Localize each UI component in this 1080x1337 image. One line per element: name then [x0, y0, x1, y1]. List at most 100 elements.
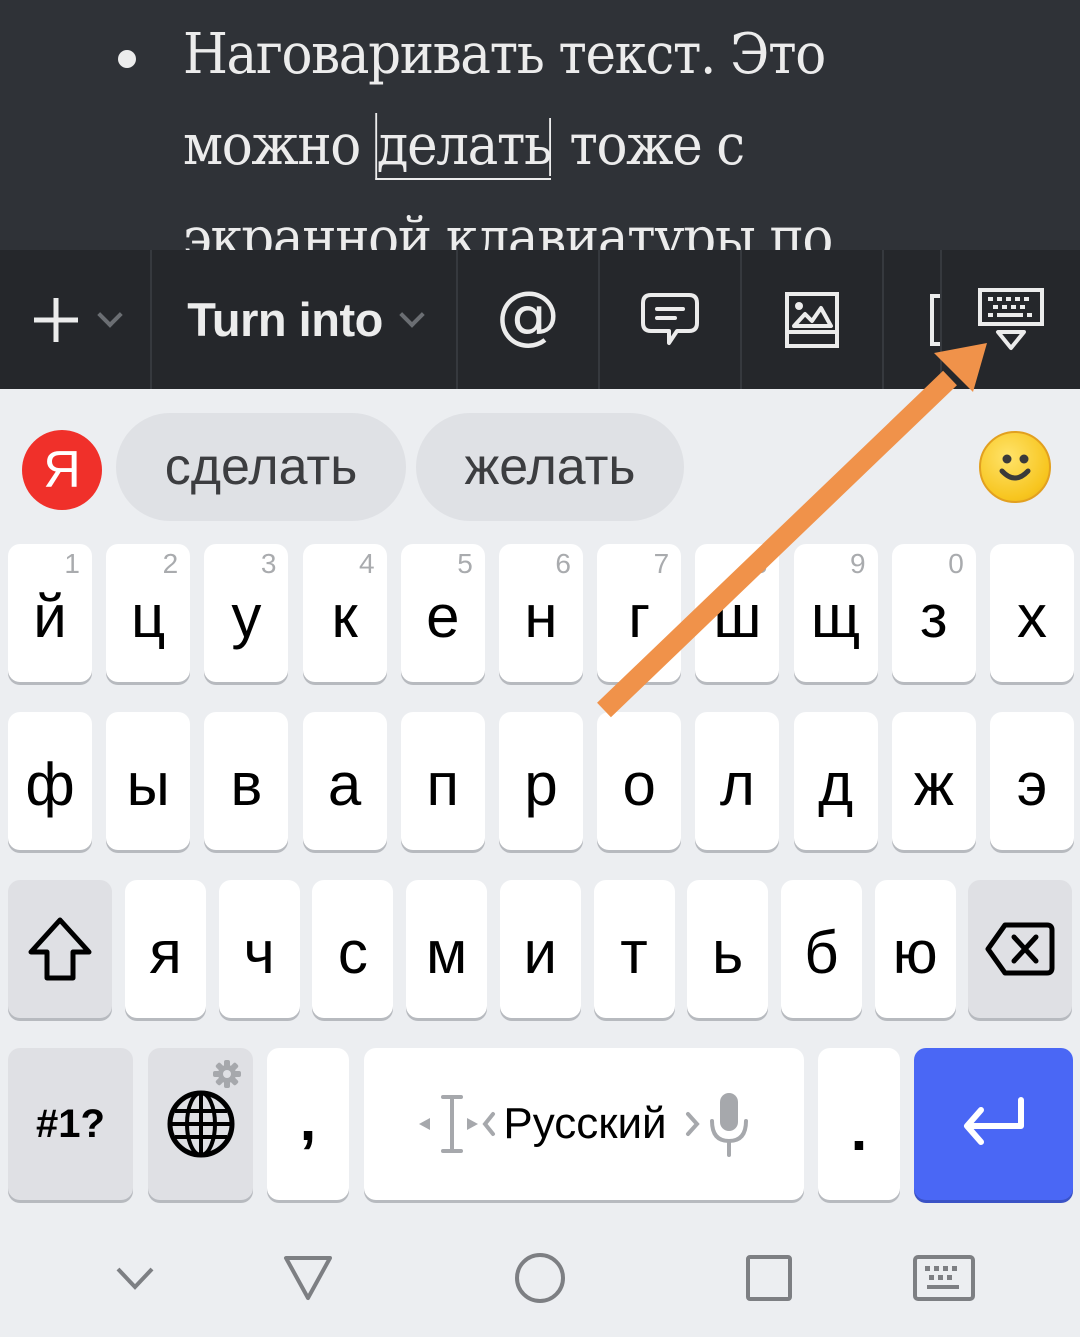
key-label: ю — [892, 918, 938, 986]
letter-key[interactable]: ы — [106, 712, 191, 850]
key-number-hint: 3 — [260, 548, 277, 579]
home-button[interactable] — [500, 1245, 580, 1311]
letter-key[interactable]: ж — [891, 712, 976, 850]
microphone-icon — [709, 1093, 748, 1157]
key-number-hint: 2 — [162, 548, 179, 579]
document-editor[interactable]: Наговаривать текст. Это можно делать тож… — [0, 0, 1080, 250]
comment-button[interactable] — [600, 250, 740, 389]
mention-button[interactable]: @ — [458, 250, 598, 389]
letter-key[interactable]: х — [990, 544, 1074, 682]
letter-key[interactable]: л — [695, 712, 780, 850]
shift-arrow-icon — [28, 917, 92, 981]
key-label: е — [426, 582, 460, 650]
letter-key[interactable]: 6н — [499, 544, 583, 682]
letter-key[interactable]: т — [593, 880, 675, 1018]
letter-key[interactable]: а — [302, 712, 387, 850]
enter-icon — [963, 1097, 1024, 1145]
space-bar-language: Русский — [503, 1099, 667, 1148]
text-line-1[interactable]: Наговаривать текст. Это — [183, 22, 826, 87]
comment-icon — [641, 292, 699, 345]
key-number-hint: 1 — [64, 548, 80, 579]
symbols-key[interactable]: #1? — [8, 1048, 133, 1200]
text-line-3[interactable]: экранной клавиатуры по — [183, 206, 833, 250]
period-key[interactable]: . — [818, 1048, 900, 1200]
key-number-hint: 8 — [751, 548, 768, 579]
at-icon: @ — [496, 278, 560, 353]
keyboard-hide-icon — [978, 287, 1044, 350]
key-label: й — [33, 582, 67, 650]
chevron-right-icon — [685, 1112, 700, 1136]
letter-key[interactable]: 7г — [597, 544, 682, 682]
bullet-point — [118, 50, 136, 68]
letter-key[interactable]: п — [400, 712, 485, 850]
language-key[interactable] — [148, 1048, 253, 1200]
key-label: т — [620, 918, 648, 986]
letter-key[interactable]: 9щ — [793, 544, 878, 682]
key-label: ш — [713, 582, 762, 650]
yandex-logo-button[interactable]: Я — [22, 430, 102, 510]
space-bar[interactable]: Русский — [364, 1048, 804, 1200]
suggestion-bar: Я сделать желать — [0, 389, 1080, 539]
backspace-icon — [985, 922, 1055, 976]
backspace-key[interactable] — [968, 880, 1072, 1018]
letter-key[interactable]: 1й — [8, 544, 92, 682]
chevron-down-icon — [399, 301, 425, 328]
suggestion-chip[interactable]: желать — [416, 413, 684, 521]
keyboard-switch-button[interactable] — [904, 1245, 984, 1311]
key-label: щ — [810, 582, 861, 650]
home-circle-icon — [515, 1253, 565, 1303]
letter-key[interactable]: 3у — [204, 544, 289, 682]
letter-key[interactable]: 5е — [400, 544, 485, 682]
shift-key[interactable] — [8, 880, 112, 1018]
insert-image-button[interactable] — [742, 250, 882, 389]
key-number-hint: 5 — [457, 548, 473, 579]
letter-key[interactable]: 2ц — [106, 544, 191, 682]
key-label: г — [628, 582, 651, 650]
emoji-button[interactable] — [979, 431, 1051, 503]
chevron-down-icon — [97, 301, 123, 328]
enter-key[interactable] — [914, 1048, 1073, 1200]
system-navigation-bar — [0, 1215, 1080, 1337]
key-label: х — [1017, 582, 1047, 650]
letter-key[interactable]: о — [597, 712, 682, 850]
comma-key[interactable]: , — [267, 1048, 349, 1200]
letter-key[interactable]: и — [499, 880, 581, 1018]
editor-toolbar: Turn into @ — [0, 250, 1080, 389]
key-number-hint: 9 — [850, 548, 866, 579]
add-block-button[interactable] — [0, 250, 150, 389]
key-label: а — [327, 750, 362, 818]
letter-key[interactable]: э — [990, 712, 1074, 850]
letter-key[interactable]: д — [793, 712, 878, 850]
key-label: ч — [243, 918, 275, 986]
key-label: ы — [126, 750, 170, 818]
key-label: б — [804, 918, 839, 986]
letter-key[interactable]: ю — [874, 880, 956, 1018]
letter-key[interactable]: р — [499, 712, 583, 850]
letter-key[interactable]: ь — [687, 880, 769, 1018]
selected-word[interactable]: делать — [374, 113, 552, 180]
letter-key[interactable]: 8ш — [695, 544, 780, 682]
letter-key[interactable]: я — [125, 880, 206, 1018]
key-label: л — [719, 750, 755, 818]
letter-key[interactable]: с — [312, 880, 394, 1018]
letter-key[interactable]: 4к — [302, 544, 387, 682]
key-label: ф — [25, 750, 75, 818]
letter-key[interactable]: в — [204, 712, 289, 850]
hide-keyboard-button[interactable] — [942, 250, 1080, 389]
letter-key[interactable]: м — [406, 880, 488, 1018]
letter-key[interactable]: 0з — [891, 544, 976, 682]
image-icon — [785, 291, 839, 348]
comma-label: , — [299, 1085, 317, 1153]
back-button[interactable] — [268, 1245, 348, 1311]
suggestion-chip[interactable]: сделать — [116, 413, 406, 521]
cursor-move-icon — [419, 1095, 496, 1153]
letter-key[interactable]: ф — [8, 712, 92, 850]
letter-key[interactable]: ч — [218, 880, 300, 1018]
turn-into-button[interactable]: Turn into — [152, 250, 456, 389]
turn-into-label: Turn into — [187, 293, 383, 346]
letter-key[interactable]: б — [780, 880, 862, 1018]
collapse-keyboard-button[interactable] — [95, 1245, 175, 1311]
recents-button[interactable] — [729, 1245, 809, 1311]
bracket-button[interactable] — [884, 250, 940, 389]
text-line-2[interactable]: можно делать тоже с — [183, 113, 745, 180]
